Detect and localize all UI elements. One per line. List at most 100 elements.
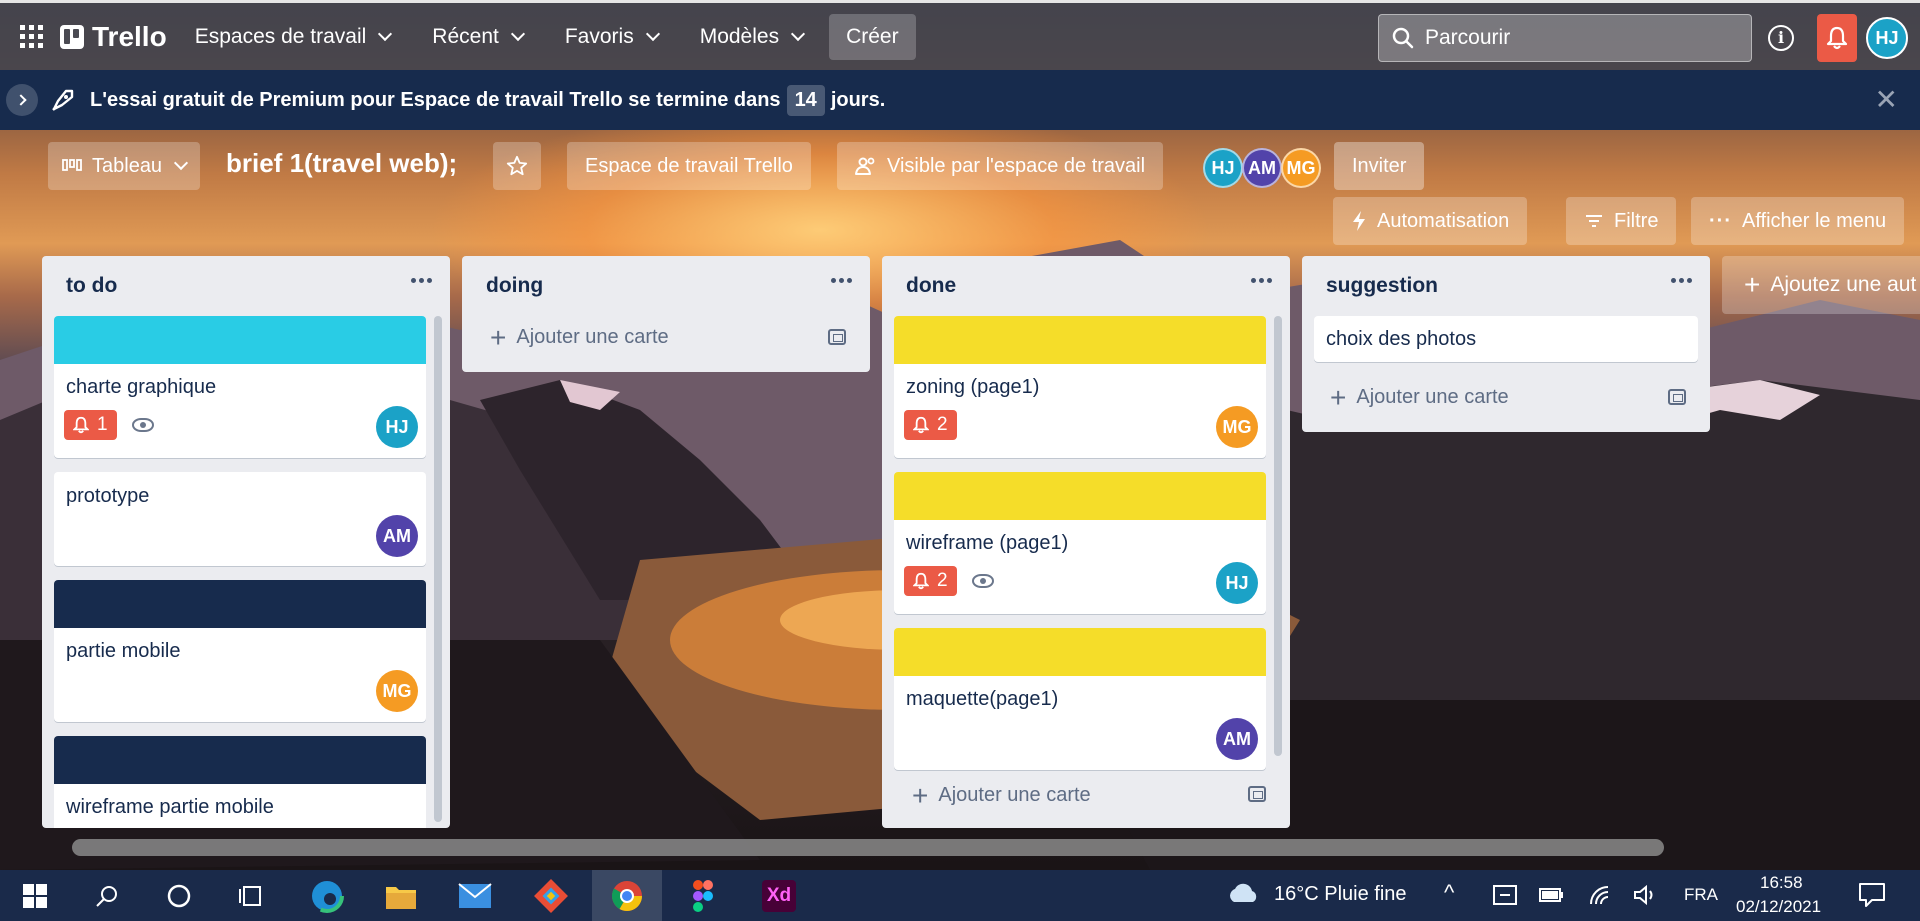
list-title[interactable]: doing [486,274,543,298]
card-member-avatar[interactable]: HJ [376,406,418,448]
card[interactable]: zoning (page1) 2 MG [894,316,1266,458]
sidebar-expand-button[interactable] [6,84,38,116]
card-member-avatar[interactable]: AM [1216,718,1258,760]
notifications-button[interactable] [1817,14,1857,62]
automation-button[interactable]: Automatisation [1333,197,1528,245]
workspace-button[interactable]: Espace de travail Trello [567,142,811,190]
nav-templates[interactable]: Modèles [686,17,817,57]
git-app-icon[interactable] [516,870,586,921]
card-member-avatar[interactable]: AM [376,515,418,557]
invite-button[interactable]: Inviter [1334,142,1425,190]
workspace-visibility-icon [855,157,875,175]
card[interactable]: prototype AM [54,472,426,566]
create-button[interactable]: Créer [829,13,916,60]
board-horizontal-scrollbar[interactable] [72,839,1664,856]
speaker-icon[interactable] [1632,884,1658,906]
card-member-avatar[interactable]: HJ [1216,562,1258,604]
chevron-down-icon [378,26,393,41]
card[interactable]: charte graphique 1 HJ [54,316,426,458]
chrome-icon[interactable] [592,870,662,921]
board-member-avatar[interactable]: MG [1281,148,1321,188]
search-input[interactable]: Parcourir [1378,14,1752,62]
weather-text[interactable]: 16°C Pluie fine [1274,883,1407,906]
add-card-button[interactable]: + Ajouter une carte [912,781,1091,809]
card-member-avatar[interactable]: MG [1216,406,1258,448]
trello-logo[interactable]: Trello [60,21,167,53]
close-icon[interactable]: ✕ [1875,86,1898,114]
figma-icon[interactable] [668,870,738,921]
trello-logo-icon [60,24,84,49]
list-menu-icon[interactable] [411,278,432,283]
chevron-right-icon [14,94,27,106]
filter-button[interactable]: Filtre [1566,197,1677,245]
card-cover [54,580,426,628]
notification-center-icon[interactable] [1858,882,1886,908]
add-card-label: Ajouter une carte [516,326,669,348]
card[interactable]: maquette(page1) AM [894,628,1266,770]
add-card-button[interactable]: + Ajouter une carte [490,323,669,351]
nav-label: Espaces de travail [194,24,367,48]
card-template-icon[interactable] [1668,389,1686,405]
card[interactable]: wireframe partie mobile [54,736,426,828]
star-button[interactable] [493,142,541,190]
board-member-avatar[interactable]: AM [1242,148,1282,188]
card-template-icon[interactable] [1248,786,1266,802]
chevron-down-icon [645,26,660,41]
list-title[interactable]: to do [66,274,117,298]
clock-time[interactable]: 16:58 [1760,873,1803,893]
notification-count: 2 [937,414,948,435]
mail-icon[interactable] [440,870,510,921]
chevron-up-icon[interactable]: ^ [1444,880,1454,906]
show-menu-button[interactable]: ··· Afficher le menu [1691,197,1905,245]
bell-icon [913,572,929,590]
wifi-icon[interactable] [1588,884,1614,906]
cortana-icon[interactable] [144,870,214,921]
file-explorer-icon[interactable] [366,870,436,921]
task-view-icon[interactable] [216,870,286,921]
list-scrollbar[interactable] [434,316,442,822]
board-title[interactable]: brief 1(travel web); [226,148,457,179]
clock-date[interactable]: 02/12/2021 [1736,897,1821,917]
add-list-button[interactable]: + Ajoutez une aut [1722,256,1920,314]
card[interactable]: wireframe (page1) 2 HJ [894,472,1266,614]
add-card-button[interactable]: + Ajouter une carte [1330,383,1509,411]
card-member-avatar[interactable]: MG [376,670,418,712]
automation-label: Automatisation [1377,209,1510,232]
list-menu-icon[interactable] [1251,278,1272,283]
nav-workspaces[interactable]: Espaces de travail [181,17,405,57]
nav-recent[interactable]: Récent [418,17,537,57]
list-menu-icon[interactable] [831,278,852,283]
visibility-button[interactable]: Visible par l'espace de travail [837,142,1164,190]
search-icon[interactable] [72,870,142,921]
card[interactable]: choix des photos [1314,316,1698,362]
card-cover [54,736,426,784]
edge-icon[interactable] [292,870,362,921]
adobe-xd-icon[interactable]: Xd [744,870,814,921]
board-member-avatar[interactable]: HJ [1203,148,1243,188]
battery-icon[interactable] [1538,886,1564,904]
nav-starred[interactable]: Favoris [551,17,672,57]
view-switcher-button[interactable]: Tableau [48,142,201,190]
visibility-label: Visible par l'espace de travail [887,154,1146,177]
card-template-icon[interactable] [828,329,846,345]
list-scrollbar[interactable] [1274,316,1282,756]
list-menu-icon[interactable] [1671,278,1692,283]
language-indicator[interactable]: FRA [1684,885,1718,905]
card[interactable]: partie mobile MG [54,580,426,722]
banner-text-end: jours. [830,88,886,111]
card-title: wireframe (page1) [906,532,1069,554]
premium-trial-banner: L'essai gratuit de Premium pour Espace d… [0,70,1920,130]
bell-icon [73,416,89,434]
list-title[interactable]: done [906,274,956,298]
filter-label: Filtre [1614,209,1659,232]
list-to-do: to do charte graphique 1 HJ prototype AM… [42,256,450,828]
info-icon[interactable]: i [1768,25,1794,51]
list-title[interactable]: suggestion [1326,274,1438,298]
card-cover [894,628,1266,676]
windows-start-icon[interactable] [0,870,70,921]
days-remaining-badge: 14 [786,84,825,116]
app-switcher-icon[interactable] [10,16,52,58]
network-icon[interactable] [1492,884,1518,906]
watching-eye-icon [972,574,994,588]
user-avatar[interactable]: HJ [1866,17,1908,59]
